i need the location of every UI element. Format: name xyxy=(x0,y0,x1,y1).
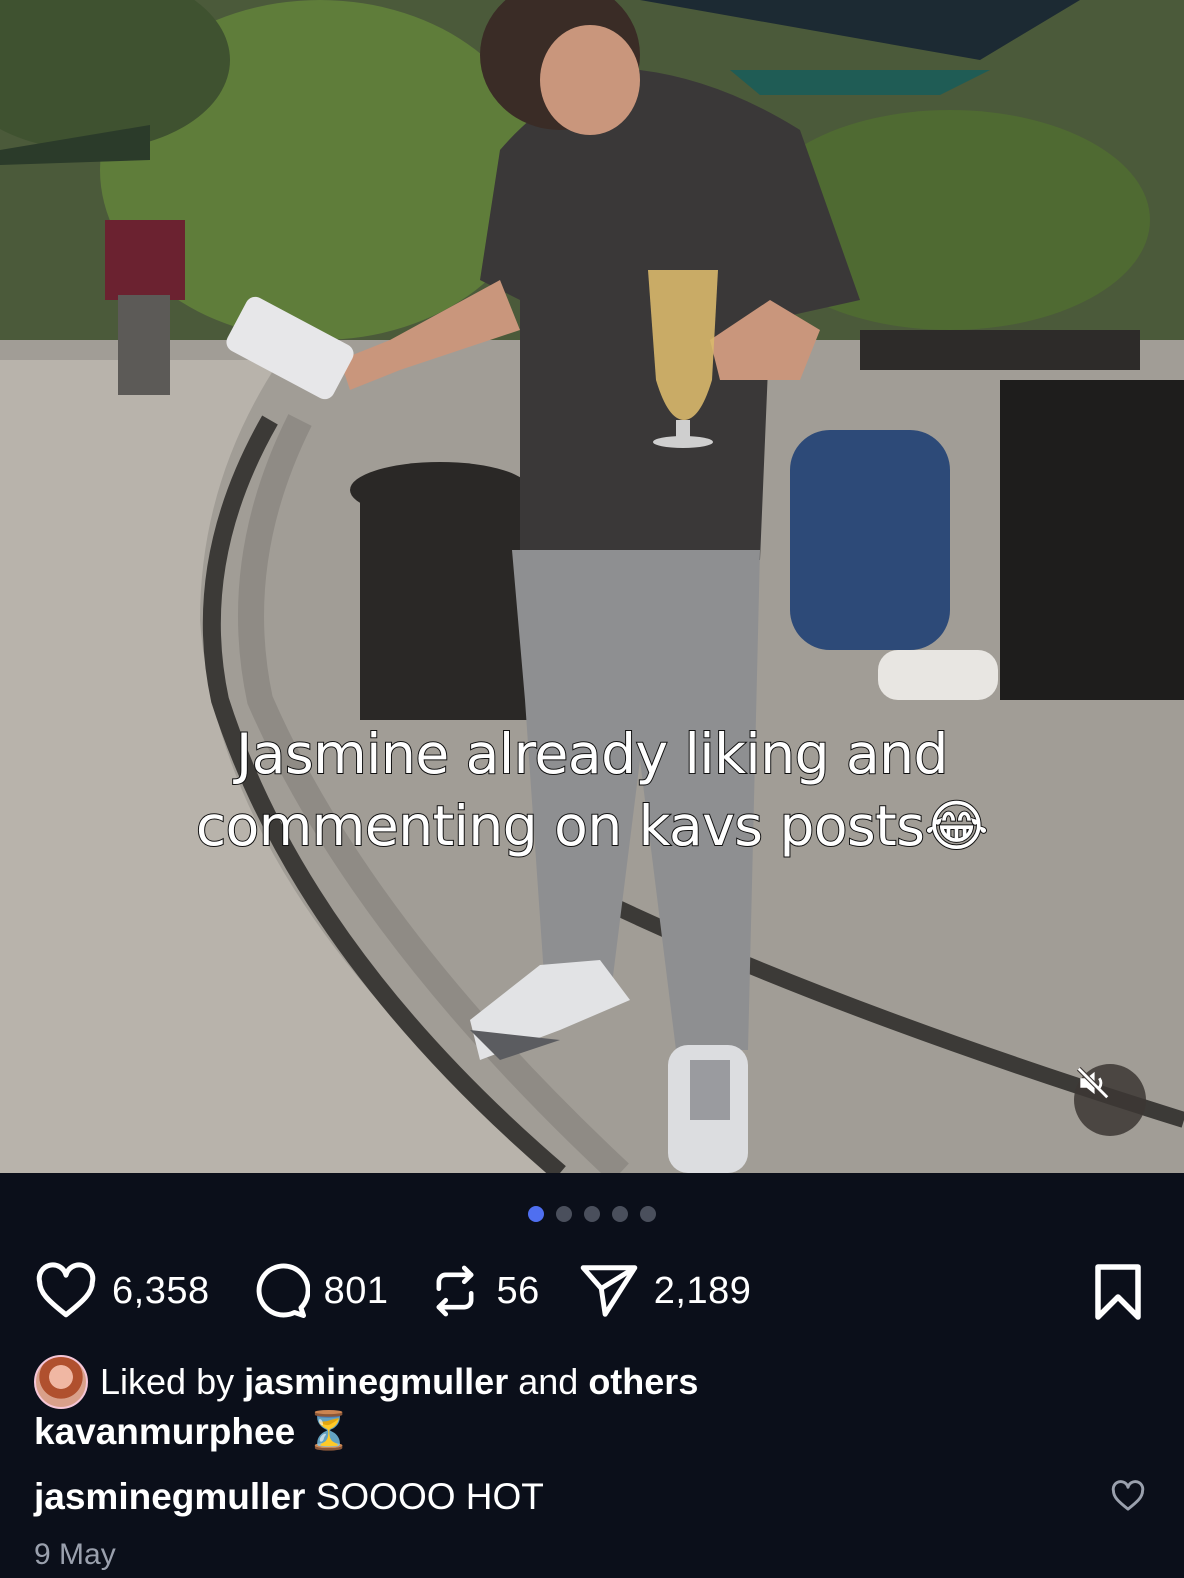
repost-count: 56 xyxy=(496,1269,540,1312)
carousel-dot-active xyxy=(528,1206,544,1222)
carousel-dot xyxy=(556,1206,572,1222)
carousel-indicator xyxy=(0,1206,1184,1222)
like-button[interactable]: 6,358 xyxy=(34,1262,210,1320)
heart-icon xyxy=(36,1262,96,1318)
comment-icon xyxy=(256,1263,310,1318)
action-bar: 6,358 801 56 2,189 xyxy=(34,1258,789,1324)
comment-row: jasminegmuller SOOOO HOT xyxy=(34,1476,544,1518)
comment-username[interactable]: jasminegmuller xyxy=(34,1476,305,1517)
caption-username[interactable]: kavanmurphee xyxy=(34,1411,295,1453)
liked-by-and: and xyxy=(518,1361,579,1402)
share-count: 2,189 xyxy=(653,1269,752,1312)
comment-button[interactable]: 801 xyxy=(248,1260,389,1322)
share-button[interactable]: 2,189 xyxy=(578,1262,752,1320)
post-photo[interactable]: Jasmine already liking and commenting on… xyxy=(0,0,1184,1173)
comment-count: 801 xyxy=(323,1269,389,1312)
post-overlay-text: Jasmine already liking and commenting on… xyxy=(0,718,1184,862)
carousel-dot xyxy=(640,1206,656,1222)
overlay-text-line: commenting on kavs posts😂 xyxy=(195,793,990,859)
repost-icon xyxy=(436,1265,473,1317)
photo-scene xyxy=(0,0,1184,1173)
post-date: 9 May xyxy=(34,1538,116,1571)
repost-button[interactable]: 56 xyxy=(427,1261,540,1321)
liked-by-row[interactable]: Liked by jasminegmuller and others xyxy=(34,1354,698,1410)
bookmark-icon xyxy=(1095,1264,1141,1320)
carousel-dot xyxy=(612,1206,628,1222)
comment-text: SOOOO HOT xyxy=(315,1476,544,1517)
save-button[interactable] xyxy=(1092,1262,1144,1327)
overlay-text-line: Jasmine already liking and xyxy=(235,721,949,787)
comment-like-button[interactable] xyxy=(1110,1480,1146,1517)
send-icon xyxy=(580,1265,638,1317)
liked-by-username[interactable]: jasminegmuller xyxy=(244,1361,508,1403)
like-count: 6,358 xyxy=(112,1269,210,1312)
liked-by-others[interactable]: others xyxy=(588,1361,698,1403)
heart-icon xyxy=(1111,1480,1145,1511)
liked-by-prefix: Liked by xyxy=(100,1361,235,1402)
post-caption: kavanmurphee ⏳ xyxy=(34,1410,352,1453)
speaker-muted-icon xyxy=(1076,1066,1110,1100)
avatar[interactable] xyxy=(34,1355,88,1409)
hourglass-icon: ⏳ xyxy=(305,1410,352,1451)
carousel-dot xyxy=(584,1206,600,1222)
mute-button[interactable] xyxy=(1074,1064,1146,1136)
